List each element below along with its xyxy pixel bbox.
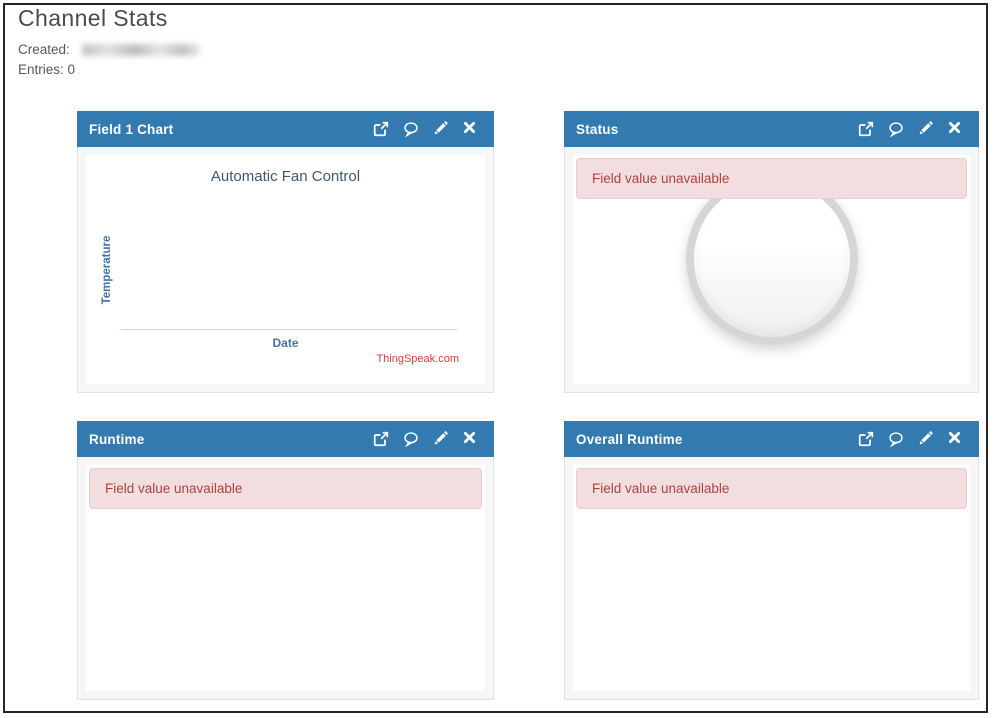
edit-icon[interactable] — [433, 431, 449, 447]
field-unavailable-alert: Field value unavailable — [576, 468, 967, 509]
widget-header-drag-handle[interactable]: Status — [564, 111, 979, 147]
edit-icon[interactable] — [918, 431, 934, 447]
widget-toolbar — [373, 121, 479, 137]
comment-icon[interactable] — [888, 121, 904, 137]
widget-title: Status — [576, 121, 619, 137]
widget-header-drag-handle[interactable]: Overall Runtime — [564, 421, 979, 457]
widget-runtime: Runtime Field value unavailable — [77, 421, 494, 700]
entries-text: Entries: 0 — [18, 62, 76, 77]
widget-body: Automatic Fan Control Temperature Date T… — [77, 147, 494, 393]
chart-title: Automatic Fan Control — [210, 168, 361, 185]
widget-title: Runtime — [89, 431, 145, 447]
external-link-icon[interactable] — [858, 431, 874, 447]
external-link-icon[interactable] — [373, 121, 389, 137]
value-area: Field value unavailable — [573, 465, 970, 691]
widget-header-drag-handle[interactable]: Field 1 Chart — [77, 111, 494, 147]
chart-canvas: Automatic Fan Control Temperature Date T… — [86, 155, 485, 384]
widget-title: Overall Runtime — [576, 431, 683, 447]
chart-x-axis-label: Date — [272, 336, 299, 350]
widget-status: Status Field value unavailable — [564, 111, 979, 393]
widget-header-drag-handle[interactable]: Runtime — [77, 421, 494, 457]
widget-title: Field 1 Chart — [89, 121, 174, 137]
created-row: Created: — [18, 42, 200, 57]
field-unavailable-alert: Field value unavailable — [576, 158, 967, 199]
widget-toolbar — [858, 121, 964, 137]
created-label: Created: — [18, 42, 70, 57]
widget-toolbar — [373, 431, 479, 447]
value-area: Field value unavailable — [86, 465, 485, 691]
created-value-redacted — [81, 43, 200, 56]
close-icon[interactable] — [948, 121, 964, 137]
close-icon[interactable] — [463, 431, 479, 447]
widget-field1-chart: Field 1 Chart Automatic Fan Control Temp… — [77, 111, 494, 393]
close-icon[interactable] — [948, 431, 964, 447]
widget-toolbar — [858, 431, 964, 447]
chart-y-axis-label: Temperature — [101, 235, 113, 305]
comment-icon[interactable] — [403, 431, 419, 447]
indicator-area: Field value unavailable — [573, 155, 970, 384]
widget-overall-runtime: Overall Runtime Field value unavailable — [564, 421, 979, 700]
edit-icon[interactable] — [918, 121, 934, 137]
edit-icon[interactable] — [433, 121, 449, 137]
external-link-icon[interactable] — [373, 431, 389, 447]
close-icon[interactable] — [463, 121, 479, 137]
widget-body: Field value unavailable — [77, 457, 494, 700]
page-title: Channel Stats — [18, 5, 168, 31]
comment-icon[interactable] — [888, 431, 904, 447]
entries-row: Entries: 0 — [18, 62, 75, 77]
widget-body: Field value unavailable — [564, 457, 979, 700]
external-link-icon[interactable] — [858, 121, 874, 137]
field-unavailable-alert: Field value unavailable — [89, 468, 482, 509]
chart-x-axis-line — [121, 329, 457, 330]
widget-body: Field value unavailable — [564, 147, 979, 393]
comment-icon[interactable] — [403, 121, 419, 137]
chart-credits-link[interactable]: ThingSpeak.com — [376, 353, 459, 365]
